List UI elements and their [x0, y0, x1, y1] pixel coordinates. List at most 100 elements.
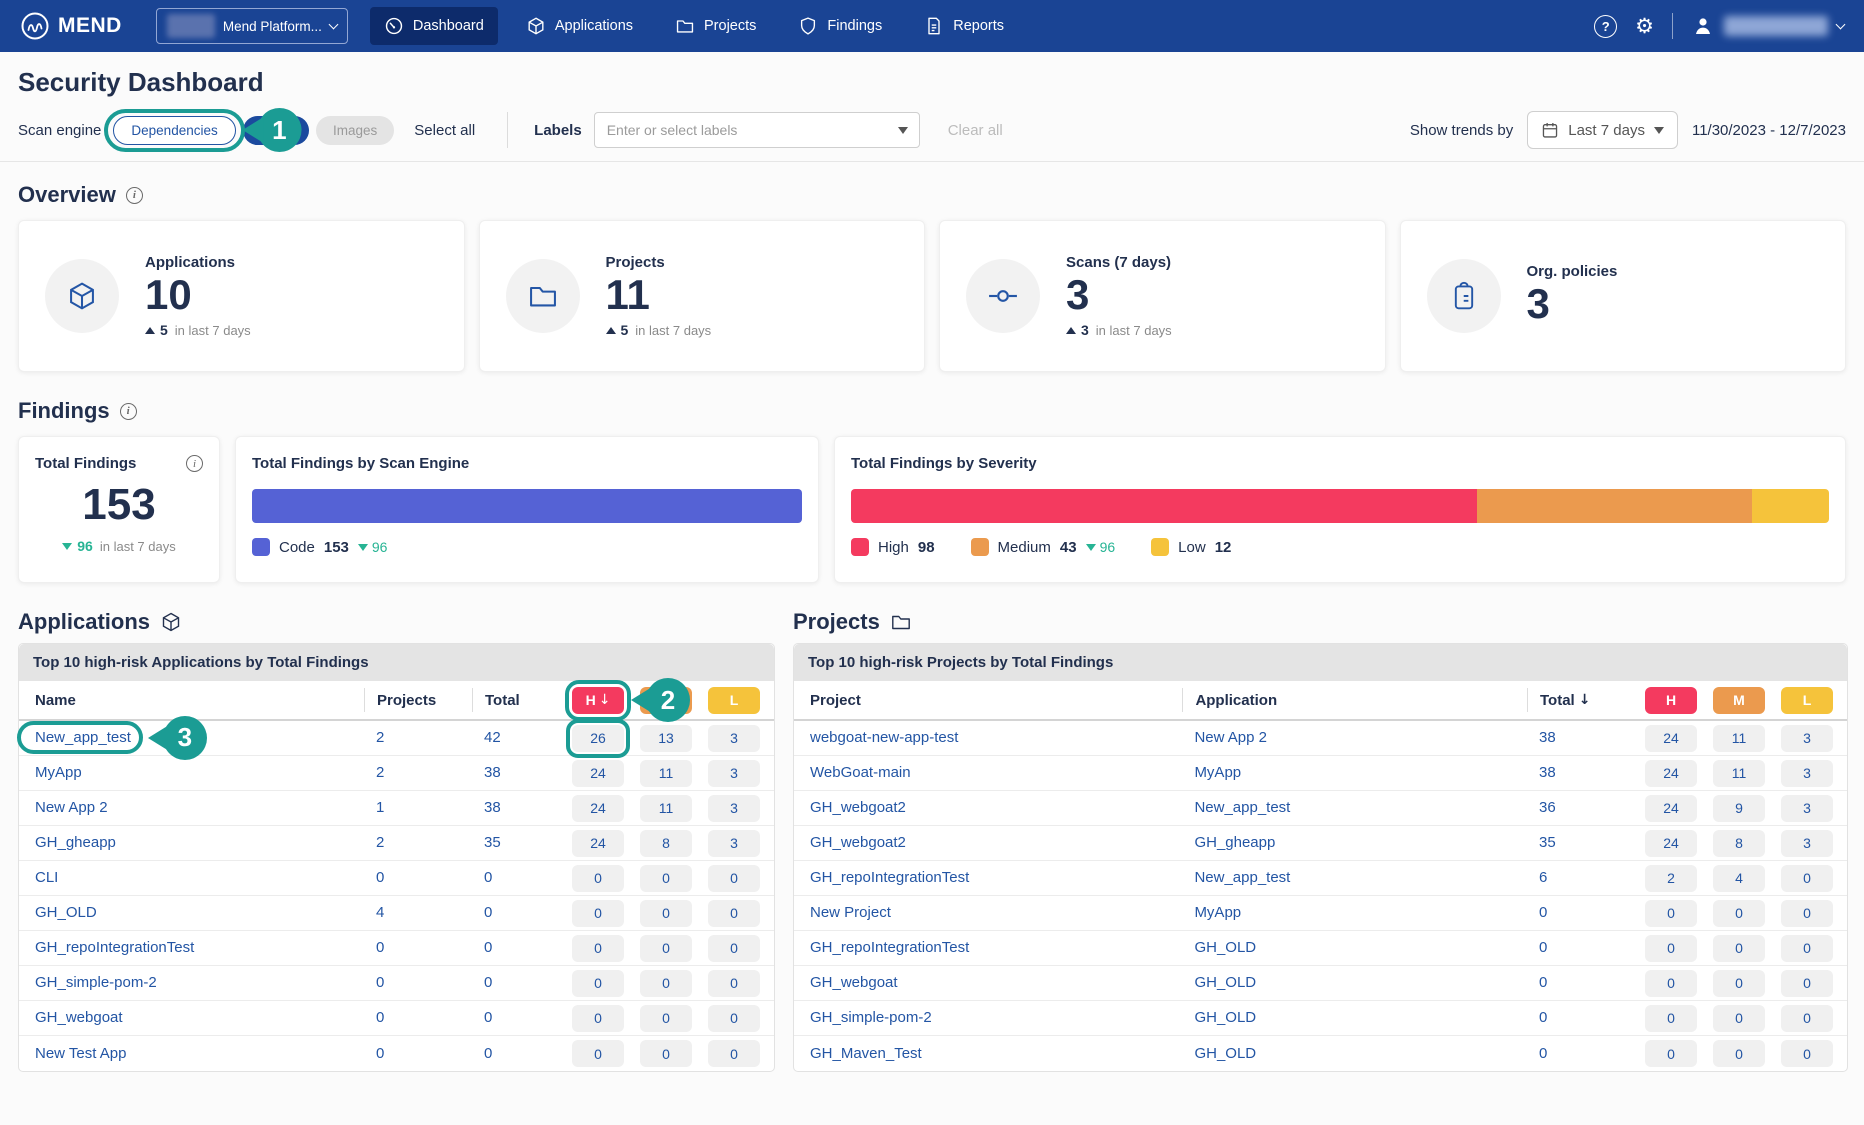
name-link[interactable]: New Test App	[35, 1045, 126, 1062]
overview-card-projects: Projects 11 5in last 7 days	[479, 220, 926, 372]
column-header-low[interactable]: L	[1781, 687, 1833, 714]
application-link[interactable]: GH_gheapp	[1194, 834, 1275, 851]
column-header-high[interactable]: H	[1645, 687, 1697, 714]
application-link[interactable]: GH_OLD	[1194, 1009, 1256, 1026]
name-link[interactable]: CLI	[35, 869, 58, 886]
l-count-pill: 0	[1781, 865, 1833, 892]
show-trends-by-label: Show trends by	[1410, 122, 1513, 139]
project-link[interactable]: GH_webgoat2	[810, 799, 906, 816]
legend-value: 98	[918, 539, 935, 556]
nav-item-projects[interactable]: Projects	[661, 7, 770, 45]
table-row: MyApp23824113	[19, 756, 774, 791]
column-header-application[interactable]: Application	[1182, 688, 1527, 712]
nav-item-reports[interactable]: Reports	[910, 7, 1018, 45]
labels-input[interactable]	[594, 112, 920, 148]
name-link[interactable]: GH_webgoat	[35, 1009, 123, 1026]
name-link[interactable]: New_app_test	[35, 729, 131, 746]
l-count-pill: 0	[708, 1005, 760, 1032]
scan-engine-toggle-group: Dependencies Code 1 Images	[113, 116, 394, 145]
l-count-pill: 0	[708, 900, 760, 927]
h-count-pill: 0	[572, 865, 624, 892]
legend-item-medium: Medium 43 96	[971, 538, 1116, 556]
overview-card-applications: Applications 10 5in last 7 days	[18, 220, 465, 372]
dropdown-caret-icon[interactable]	[898, 127, 908, 134]
mend-logo[interactable]: MEND	[20, 11, 122, 41]
column-header-total[interactable]: Total ↓	[1527, 688, 1631, 712]
project-link[interactable]: webgoat-new-app-test	[810, 729, 958, 746]
application-link[interactable]: GH_OLD	[1194, 939, 1256, 956]
clear-all-link[interactable]: Clear all	[948, 122, 1003, 139]
user-menu[interactable]	[1691, 14, 1844, 38]
column-header-projects[interactable]: Projects	[364, 688, 472, 712]
name-link[interactable]: GH_OLD	[35, 904, 97, 921]
column-header-name[interactable]: Name	[35, 692, 364, 709]
annotation-callout-3: 3	[163, 716, 207, 760]
project-link[interactable]: GH_webgoat2	[810, 834, 906, 851]
m-count-pill: 0	[1713, 970, 1765, 997]
h-count-pill: 24	[1645, 725, 1697, 752]
info-icon[interactable]	[120, 403, 137, 420]
info-icon[interactable]	[186, 455, 203, 472]
name-link[interactable]: MyApp	[35, 764, 82, 781]
nav-item-label: Reports	[953, 18, 1004, 34]
application-link[interactable]: GH_OLD	[1194, 974, 1256, 991]
findings-cards: Total Findings 153 96in last 7 days Tota…	[18, 436, 1846, 583]
table-row: GH_webgoat00000	[19, 1001, 774, 1036]
project-link[interactable]: GH_Maven_Test	[810, 1045, 922, 1062]
gear-icon[interactable]: ⚙	[1635, 16, 1654, 37]
scan-engine-bar	[252, 489, 802, 523]
findings-by-scan-engine-card: Total Findings by Scan Engine Code 153 9…	[235, 436, 819, 583]
column-header-low[interactable]: L	[708, 687, 760, 714]
application-link[interactable]: New App 2	[1194, 729, 1267, 746]
help-icon[interactable]: ?	[1594, 15, 1617, 38]
l-count-pill: 0	[1781, 900, 1833, 927]
trend-value: 96	[1100, 539, 1116, 555]
engine-pill-dependencies[interactable]: Dependencies	[113, 116, 235, 145]
project-link[interactable]: GH_repoIntegrationTest	[810, 939, 969, 956]
total-value: 0	[484, 869, 492, 886]
total-value: 0	[1539, 939, 1547, 956]
application-link[interactable]: GH_OLD	[1194, 1045, 1256, 1062]
column-header-medium[interactable]: M	[1713, 687, 1765, 714]
nav-item-dashboard[interactable]: Dashboard	[370, 7, 498, 45]
h-count-pill: 24	[1645, 795, 1697, 822]
engine-pill-images[interactable]: Images	[316, 116, 394, 145]
nav-item-applications[interactable]: Applications	[512, 7, 647, 45]
project-link[interactable]: GH_repoIntegrationTest	[810, 869, 969, 886]
total-value: 0	[1539, 974, 1547, 991]
column-header-total[interactable]: Total	[472, 688, 558, 712]
name-link[interactable]: GH_gheapp	[35, 834, 116, 851]
column-header-project[interactable]: Project	[810, 692, 1182, 709]
column-header-high[interactable]: H ↓	[572, 687, 624, 714]
total-value: 0	[1539, 1045, 1547, 1062]
divider	[1672, 13, 1673, 39]
project-link[interactable]: New Project	[810, 904, 891, 921]
table-row: GH_repoIntegrationTest00000	[19, 931, 774, 966]
select-all-link[interactable]: Select all	[414, 122, 475, 139]
application-link[interactable]: MyApp	[1194, 904, 1241, 921]
platform-selector[interactable]: Mend Platform...	[156, 8, 348, 44]
application-link[interactable]: MyApp	[1194, 764, 1241, 781]
m-count-pill: 8	[640, 830, 692, 857]
application-link[interactable]: New_app_test	[1194, 799, 1290, 816]
folder-icon	[506, 259, 580, 333]
total-value: 6	[1539, 869, 1547, 886]
findings-by-severity-card: Total Findings by Severity High 98 Mediu…	[834, 436, 1846, 583]
column-header-label: H	[586, 692, 596, 708]
h-count-pill: 0	[1645, 935, 1697, 962]
table-row: webgoat-new-app-testNew App 23824113	[794, 721, 1847, 756]
name-link[interactable]: New App 2	[35, 799, 108, 816]
annotation-callout-2: 2	[646, 678, 690, 722]
project-link[interactable]: WebGoat-main	[810, 764, 911, 781]
project-link[interactable]: GH_webgoat	[810, 974, 898, 991]
trend-period-button[interactable]: Last 7 days	[1527, 111, 1678, 149]
m-count-pill: 0	[640, 935, 692, 962]
application-link[interactable]: New_app_test	[1194, 869, 1290, 886]
project-link[interactable]: GH_simple-pom-2	[810, 1009, 932, 1026]
name-link[interactable]: GH_simple-pom-2	[35, 974, 157, 991]
divider	[507, 112, 508, 148]
name-link[interactable]: GH_repoIntegrationTest	[35, 939, 194, 956]
nav-item-findings[interactable]: Findings	[784, 7, 896, 45]
trend-value: 5	[621, 322, 629, 338]
info-icon[interactable]	[126, 187, 143, 204]
